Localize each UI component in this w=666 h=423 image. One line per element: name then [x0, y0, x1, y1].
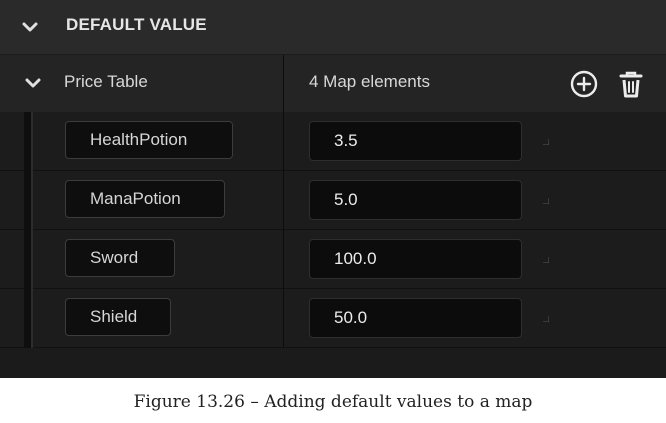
map-elements-count: 4 Map elements: [309, 72, 430, 91]
panel-footer: [0, 348, 666, 378]
element-key-field[interactable]: ManaPotion: [65, 180, 225, 218]
default-value-category[interactable]: DEFAULT VALUE: [0, 0, 666, 55]
price-table-row: Price Table 4 Map elements: [0, 55, 666, 112]
map-element-row: HealthPotion 3.5: [0, 112, 666, 171]
category-title: DEFAULT VALUE: [66, 15, 207, 34]
price-table-label: Price Table: [64, 72, 148, 91]
element-value-field[interactable]: 100.0: [309, 239, 522, 279]
resize-grip-icon: [543, 198, 549, 204]
resize-grip-icon: [543, 139, 549, 145]
element-value-field[interactable]: 5.0: [309, 180, 522, 220]
map-element-row: Shield 50.0: [0, 289, 666, 348]
map-element-row: ManaPotion 5.0: [0, 171, 666, 230]
figure-caption: Figure 13.26 – Adding default values to …: [133, 392, 533, 412]
map-element-row: Sword 100.0: [0, 230, 666, 289]
resize-grip-icon: [543, 257, 549, 263]
chevron-down-icon[interactable]: [23, 73, 43, 93]
element-key-field[interactable]: HealthPotion: [65, 121, 233, 159]
plus-circle-icon[interactable]: [569, 69, 599, 99]
indent-edge: [31, 112, 33, 348]
element-value-field[interactable]: 3.5: [309, 121, 522, 161]
chevron-down-icon[interactable]: [20, 17, 40, 37]
indent-bar: [24, 112, 31, 348]
element-value-field[interactable]: 50.0: [309, 298, 522, 338]
details-panel: DEFAULT VALUE Price Table 4 Map elements…: [0, 0, 666, 378]
trash-icon[interactable]: [615, 68, 647, 100]
element-key-field[interactable]: Shield: [65, 298, 171, 336]
column-divider[interactable]: [283, 55, 284, 347]
resize-grip-icon: [543, 316, 549, 322]
element-key-field[interactable]: Sword: [65, 239, 175, 277]
